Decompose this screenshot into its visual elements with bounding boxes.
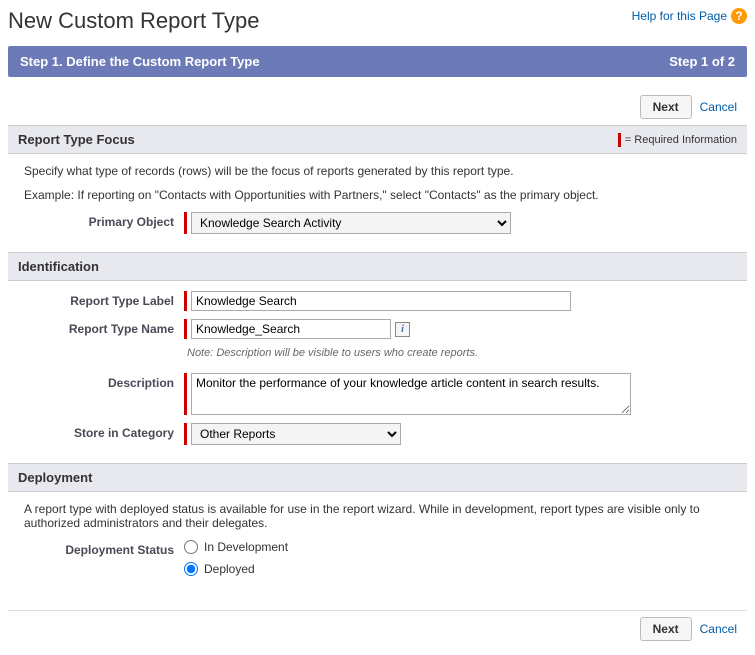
required-info-note: = Required Information bbox=[618, 133, 737, 147]
focus-section-header: Report Type Focus = Required Information bbox=[8, 125, 747, 154]
focus-desc-1: Specify what type of records (rows) will… bbox=[24, 164, 731, 178]
help-link[interactable]: Help for this Page ? bbox=[632, 8, 747, 24]
page-title: New Custom Report Type bbox=[8, 8, 259, 34]
primary-object-label: Primary Object bbox=[24, 212, 184, 229]
primary-object-select[interactable]: Knowledge Search Activity bbox=[191, 212, 511, 234]
deploy-section-header: Deployment bbox=[8, 463, 747, 492]
focus-section-body: Specify what type of records (rows) will… bbox=[8, 154, 747, 252]
store-category-label: Store in Category bbox=[24, 423, 184, 440]
in-development-label: In Development bbox=[204, 540, 288, 554]
ident-section-body: Report Type Label Report Type Name i Not… bbox=[8, 281, 747, 463]
store-category-select[interactable]: Other Reports bbox=[191, 423, 401, 445]
focus-desc-2: Example: If reporting on "Contacts with … bbox=[24, 188, 731, 202]
in-development-radio[interactable] bbox=[184, 540, 198, 554]
focus-section-title: Report Type Focus bbox=[18, 132, 135, 147]
deployment-status-label: Deployment Status bbox=[24, 540, 184, 557]
deployed-label: Deployed bbox=[204, 562, 255, 576]
required-bar-icon bbox=[184, 423, 187, 445]
required-note-text: = Required Information bbox=[625, 134, 737, 146]
bottom-button-row: Next Cancel bbox=[8, 610, 747, 647]
description-note: Note: Description will be visible to use… bbox=[187, 347, 478, 359]
cancel-link[interactable]: Cancel bbox=[700, 622, 737, 636]
help-link-text: Help for this Page bbox=[632, 9, 727, 23]
required-bar-icon bbox=[184, 373, 187, 415]
deploy-desc: A report type with deployed status is av… bbox=[24, 502, 731, 530]
required-bar-icon bbox=[184, 319, 187, 339]
description-label: Description bbox=[24, 373, 184, 390]
report-type-label-label: Report Type Label bbox=[24, 291, 184, 308]
step-bar: Step 1. Define the Custom Report Type St… bbox=[8, 46, 747, 77]
ident-section-header: Identification bbox=[8, 252, 747, 281]
next-button[interactable]: Next bbox=[640, 617, 692, 641]
deploy-section-body: A report type with deployed status is av… bbox=[8, 492, 747, 602]
top-button-row: Next Cancel bbox=[8, 89, 747, 125]
deployed-radio[interactable] bbox=[184, 562, 198, 576]
step-count: Step 1 of 2 bbox=[669, 54, 735, 69]
required-bar-icon bbox=[184, 291, 187, 311]
report-type-label-input[interactable] bbox=[191, 291, 571, 311]
report-type-name-input[interactable] bbox=[191, 319, 391, 339]
required-mark-icon bbox=[618, 133, 621, 147]
description-textarea[interactable]: Monitor the performance of your knowledg… bbox=[191, 373, 631, 415]
ident-section-title: Identification bbox=[18, 259, 99, 274]
deploy-section-title: Deployment bbox=[18, 470, 92, 485]
next-button[interactable]: Next bbox=[640, 95, 692, 119]
step-title: Step 1. Define the Custom Report Type bbox=[20, 54, 260, 69]
cancel-link[interactable]: Cancel bbox=[700, 100, 737, 114]
required-bar-icon bbox=[184, 212, 187, 234]
help-icon: ? bbox=[731, 8, 747, 24]
report-type-name-label: Report Type Name bbox=[24, 319, 184, 336]
info-icon[interactable]: i bbox=[395, 322, 410, 337]
